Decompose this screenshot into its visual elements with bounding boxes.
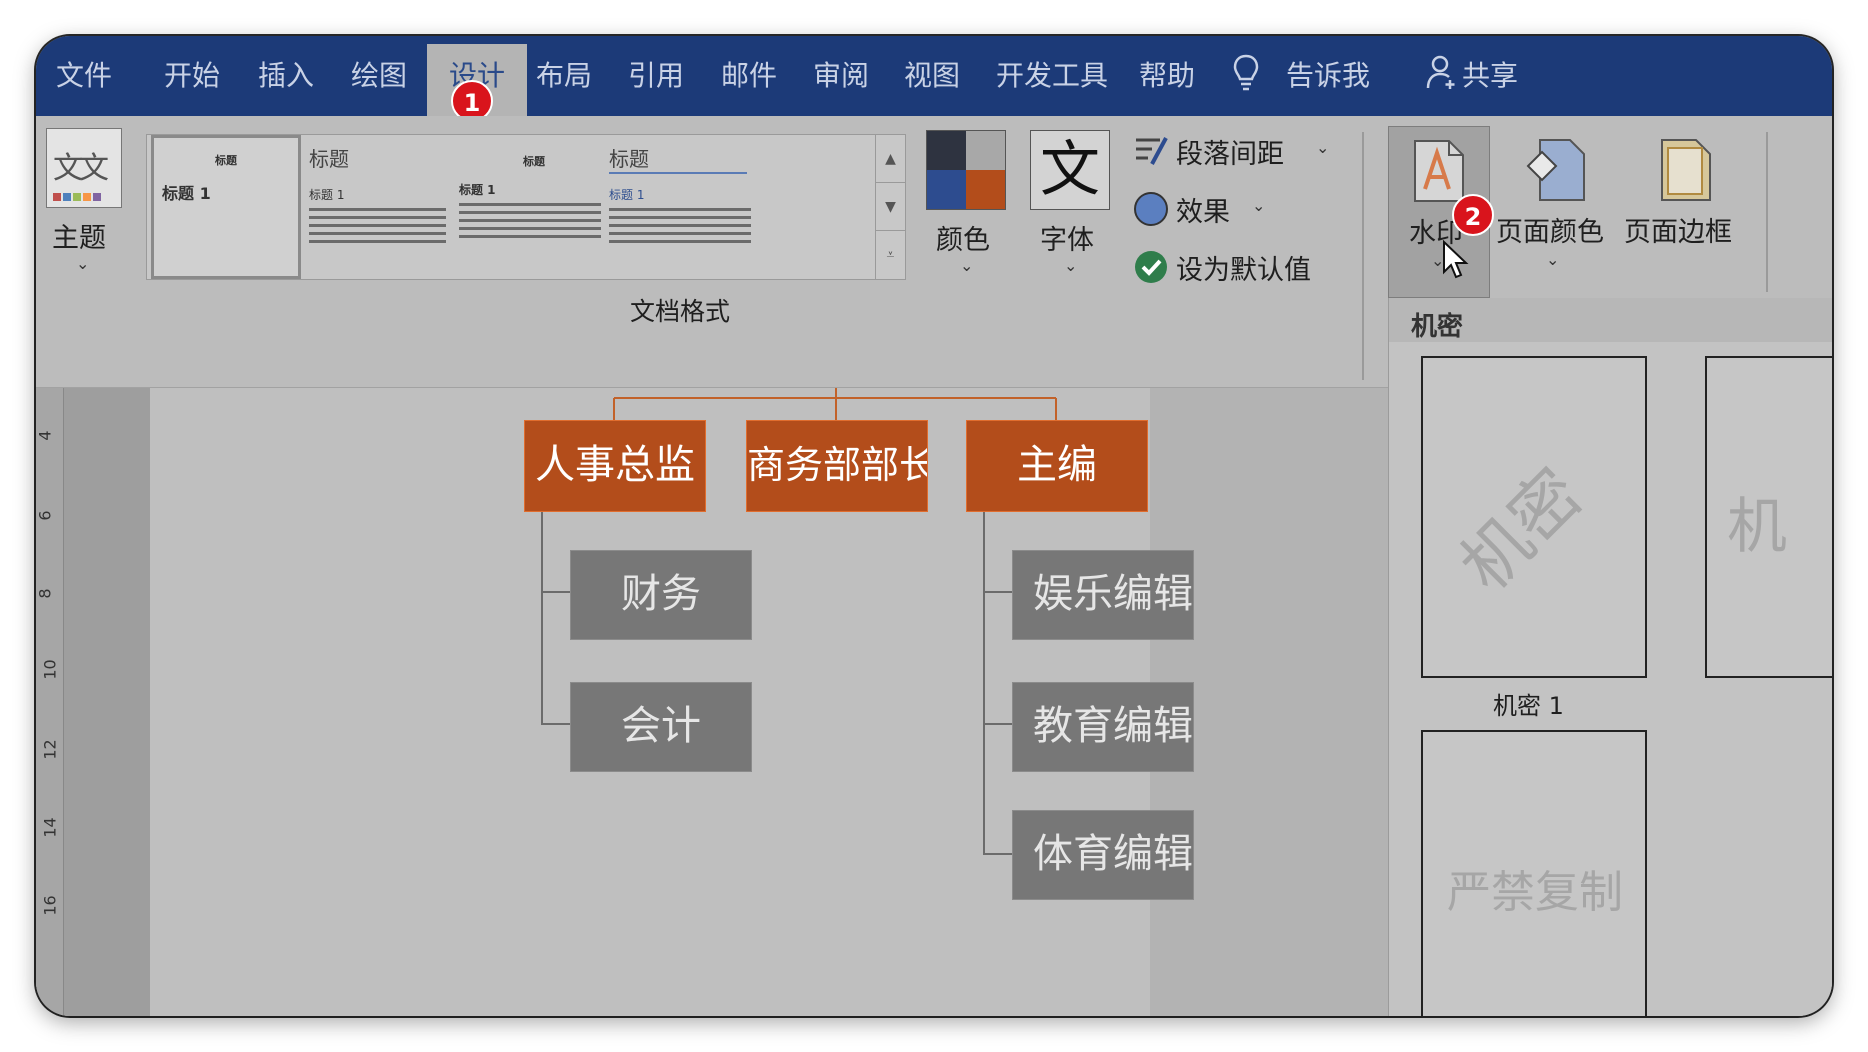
- menu-bar: 文件 开始 插入 绘图 设计 布局 引用 邮件 审阅 视图 开发工具 帮助 告诉…: [36, 36, 1832, 116]
- step-badge-2: 2: [1452, 194, 1494, 236]
- ruler-number: 6: [36, 510, 55, 521]
- style-set-title: 标题: [215, 154, 237, 167]
- org-box-business-head[interactable]: 商务部部长: [746, 420, 928, 512]
- style-set-item[interactable]: 标题 标题 1: [151, 135, 301, 279]
- effects-icon: [1134, 192, 1168, 226]
- org-box-entertainment-editor[interactable]: 娱乐编辑: [1012, 550, 1194, 640]
- paragraph-spacing-label: 段落间距: [1176, 139, 1284, 170]
- colors-button[interactable]: 颜色 ⌄: [926, 130, 1016, 280]
- style-set-item[interactable]: 标题 标题 1: [309, 135, 454, 279]
- watermark-option-confidential-2[interactable]: 机: [1705, 356, 1832, 678]
- style-set-title: 标题: [309, 147, 349, 171]
- tab-mailings[interactable]: 邮件: [721, 54, 777, 98]
- page-color-icon: [1526, 139, 1585, 201]
- group-divider: [1362, 132, 1364, 380]
- tab-insert[interactable]: 插入: [258, 54, 314, 98]
- page-borders-icon: [1661, 139, 1711, 201]
- colors-label: 颜色: [936, 225, 990, 256]
- paragraph-spacing-button[interactable]: 段落间距 ⌄: [1132, 132, 1332, 176]
- paragraph-spacing-icon: [1136, 137, 1168, 165]
- page-borders-button[interactable]: 页面边框: [1624, 126, 1748, 298]
- watermark-gallery-panel: 机密 机密 机密 1 机 严禁复制: [1388, 298, 1832, 1016]
- tab-developer[interactable]: 开发工具: [996, 54, 1108, 98]
- tab-draw[interactable]: 绘图: [351, 54, 407, 98]
- person-add-icon: [1426, 55, 1455, 89]
- org-box-accounting[interactable]: 会计: [570, 682, 752, 772]
- ruler-number: 12: [40, 739, 60, 760]
- tab-file[interactable]: 文件: [56, 54, 112, 98]
- tab-view[interactable]: 视图: [904, 54, 960, 98]
- set-as-default-button[interactable]: 设为默认值: [1132, 248, 1352, 292]
- fonts-label: 字体: [1040, 225, 1094, 256]
- themes-label: 主题: [52, 223, 106, 254]
- paragraph-spacing-chevron-down-icon: ⌄: [1316, 138, 1330, 157]
- effects-button[interactable]: 效果 ⌄: [1132, 190, 1332, 234]
- tab-review[interactable]: 审阅: [813, 54, 869, 98]
- watermark-preview-text: 严禁复制: [1447, 867, 1623, 918]
- share-button[interactable]: 共享: [1462, 54, 1518, 98]
- gallery-more-icon[interactable]: ⩡: [876, 231, 905, 279]
- style-set-title: 标题: [523, 155, 545, 168]
- themes-icon-text: 文文: [53, 151, 109, 186]
- style-set-subtitle: 标题 1: [309, 188, 345, 202]
- ruler-number: 14: [40, 817, 60, 838]
- document-page[interactable]: 人事总监 商务部部长 主编 财务 会计 娱乐编辑 教育编辑 体育编辑: [150, 388, 1194, 1016]
- tab-home[interactable]: 开始: [164, 54, 220, 98]
- lightbulb-icon: [1233, 54, 1259, 91]
- group-divider: [1766, 132, 1768, 292]
- colors-icon: [926, 130, 1006, 210]
- org-box-education-editor[interactable]: 教育编辑: [1012, 682, 1194, 772]
- org-box-sports-editor[interactable]: 体育编辑: [1012, 810, 1194, 900]
- gallery-scroll-down-icon[interactable]: ▼: [876, 183, 905, 231]
- page-borders-label: 页面边框: [1624, 217, 1732, 248]
- style-set-subtitle: 标题 1: [609, 188, 645, 202]
- tell-me-box[interactable]: 告诉我: [1286, 54, 1370, 98]
- gallery-scrollbar[interactable]: ▲ ▼ ⩡: [875, 135, 905, 279]
- style-gallery: 标题 标题 1 标题 标题 1 标题 标题 1 标题 标题 1 ▲ ▼ ⩡: [146, 134, 906, 280]
- tab-layout[interactable]: 布局: [536, 54, 592, 98]
- tab-help[interactable]: 帮助: [1139, 54, 1195, 98]
- page-color-chevron-down-icon: ⌄: [1546, 250, 1560, 269]
- app-window: 文件 开始 插入 绘图 设计 布局 引用 邮件 审阅 视图 开发工具 帮助 告诉…: [36, 36, 1832, 1016]
- page-margin: [64, 388, 150, 1016]
- watermark-category-header: 机密: [1389, 298, 1832, 342]
- watermark-preview-text: 机密: [1445, 454, 1598, 607]
- watermark-option-caption: 机密 1: [1493, 692, 1564, 720]
- ruler-number: 16: [40, 895, 60, 916]
- org-box-chief-editor[interactable]: 主编: [966, 420, 1148, 512]
- fonts-chevron-down-icon: ⌄: [1064, 256, 1078, 275]
- gallery-scroll-up-icon[interactable]: ▲: [876, 135, 905, 183]
- ruler-number: 8: [36, 588, 55, 599]
- vertical-ruler: 4 6 8 10 12 14 16: [36, 388, 64, 1016]
- checkmark-icon: [1135, 251, 1167, 283]
- page-color-label: 页面颜色: [1496, 217, 1604, 248]
- effects-label: 效果: [1176, 197, 1230, 228]
- tab-references[interactable]: 引用: [628, 54, 684, 98]
- watermark-option-confidential-1[interactable]: 机密: [1421, 356, 1647, 678]
- mouse-cursor-icon: [1443, 240, 1469, 279]
- page-color-button[interactable]: 页面颜色 ⌄: [1496, 126, 1614, 298]
- effects-chevron-down-icon: ⌄: [1252, 196, 1266, 215]
- style-set-item[interactable]: 标题 标题 1: [459, 135, 609, 279]
- fonts-icon: 文: [1030, 130, 1110, 210]
- set-as-default-label: 设为默认值: [1176, 255, 1311, 286]
- themes-button[interactable]: 文文 主题 ⌄: [44, 128, 124, 278]
- watermark-option-do-not-copy[interactable]: 严禁复制: [1421, 730, 1647, 1016]
- ruler-number: 10: [40, 659, 60, 680]
- watermark-icon: [1414, 140, 1464, 202]
- colors-chevron-down-icon: ⌄: [960, 256, 974, 275]
- style-set-subtitle: 标题 1: [459, 183, 496, 197]
- style-set-subtitle: 标题 1: [162, 184, 211, 203]
- fonts-icon-text: 文: [1040, 135, 1100, 205]
- ruler-number: 4: [36, 430, 55, 441]
- style-set-item[interactable]: 标题 标题 1: [609, 135, 759, 279]
- fonts-button[interactable]: 文 字体 ⌄: [1030, 130, 1120, 280]
- style-set-title: 标题: [609, 143, 747, 174]
- document-formatting-group-label: 文档格式: [630, 297, 731, 326]
- org-box-hr-director[interactable]: 人事总监: [524, 420, 706, 512]
- themes-chevron-down-icon: ⌄: [76, 254, 90, 273]
- themes-icon: 文文: [46, 128, 122, 208]
- watermark-preview-text: 机: [1727, 492, 1787, 562]
- org-box-finance[interactable]: 财务: [570, 550, 752, 640]
